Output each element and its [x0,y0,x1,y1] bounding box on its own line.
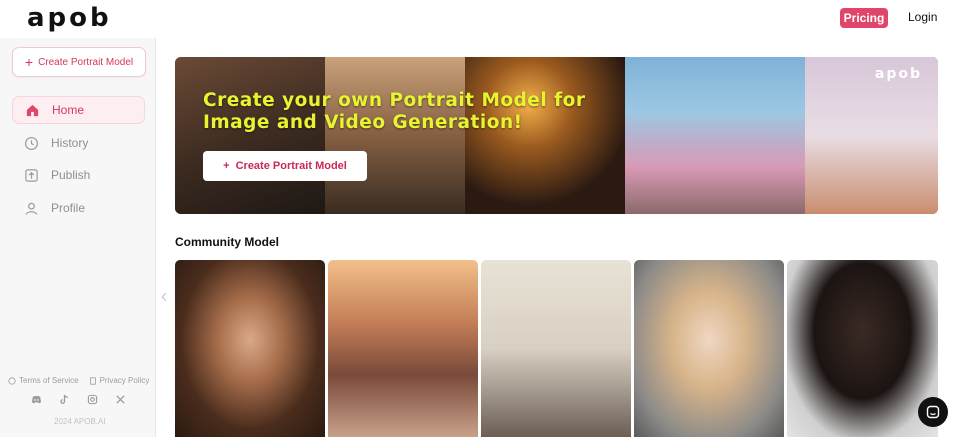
headset-icon [8,376,16,385]
banner-title: Create your own Portrait Model for Image… [203,90,586,133]
privacy-label: Privacy Policy [99,376,150,385]
chevron-left-icon[interactable]: ‹ [161,286,167,307]
sidebar-item-publish[interactable]: Publish [12,161,145,189]
portrait-card-2[interactable] [328,260,478,437]
document-icon [89,376,96,385]
clock-icon [24,136,39,150]
banner-photo-1 [175,57,325,214]
footer-links: Terms of Service Privacy Policy [8,376,149,385]
create-portrait-model-label: Create Portrait Model [38,56,134,68]
sidebar: + Create Portrait Model Home History Pub… [0,38,156,437]
sidebar-item-label: Publish [51,168,91,182]
banner-create-portrait-model-button[interactable]: + Create Portrait Model [203,151,367,181]
sidebar-item-label: History [51,136,89,150]
chat-icon [926,405,940,419]
portrait-card-4[interactable] [634,260,784,437]
home-icon [26,104,39,116]
terms-of-service-link[interactable]: Terms of Service [8,376,79,385]
banner-photo-2 [325,57,465,214]
login-link[interactable]: Login [908,10,937,24]
sidebar-item-history[interactable]: History [12,129,145,157]
apob-logo[interactable]: apob [27,5,112,31]
chat-support-button[interactable] [918,397,948,427]
banner-button-label: Create Portrait Model [235,160,347,172]
banner-photo-4 [625,57,805,214]
plus-icon: + [24,54,34,70]
portrait-card-1[interactable] [175,260,325,437]
instagram-icon[interactable] [87,394,98,405]
community-model-title: Community Model [175,235,279,249]
portrait-card-3[interactable] [481,260,631,437]
create-portrait-model-button[interactable]: + Create Portrait Model [12,47,146,77]
sidebar-item-profile[interactable]: Profile [12,194,145,222]
portrait-card-5[interactable] [787,260,938,437]
banner-logo: apob [874,66,922,82]
top-bar: apob Pricing Login [0,0,958,38]
sidebar-item-label: Profile [51,201,86,215]
copyright: 2024 APOB.AI [54,417,106,426]
banner-photo-3 [465,57,625,214]
x-icon[interactable] [115,394,126,405]
upload-icon [25,168,38,182]
user-icon [25,202,38,215]
hero-banner[interactable]: apob Create your own Portrait Model for … [175,57,938,214]
pricing-button[interactable]: Pricing [840,8,888,28]
tiktok-icon[interactable] [59,394,70,405]
sidebar-item-label: Home [52,103,85,117]
sidebar-item-home[interactable]: Home [12,96,145,124]
privacy-policy-link[interactable]: Privacy Policy [89,376,150,385]
social-links [31,394,126,405]
plus-icon: + [223,160,230,172]
terms-label: Terms of Service [19,376,79,385]
discord-icon[interactable] [31,394,42,405]
